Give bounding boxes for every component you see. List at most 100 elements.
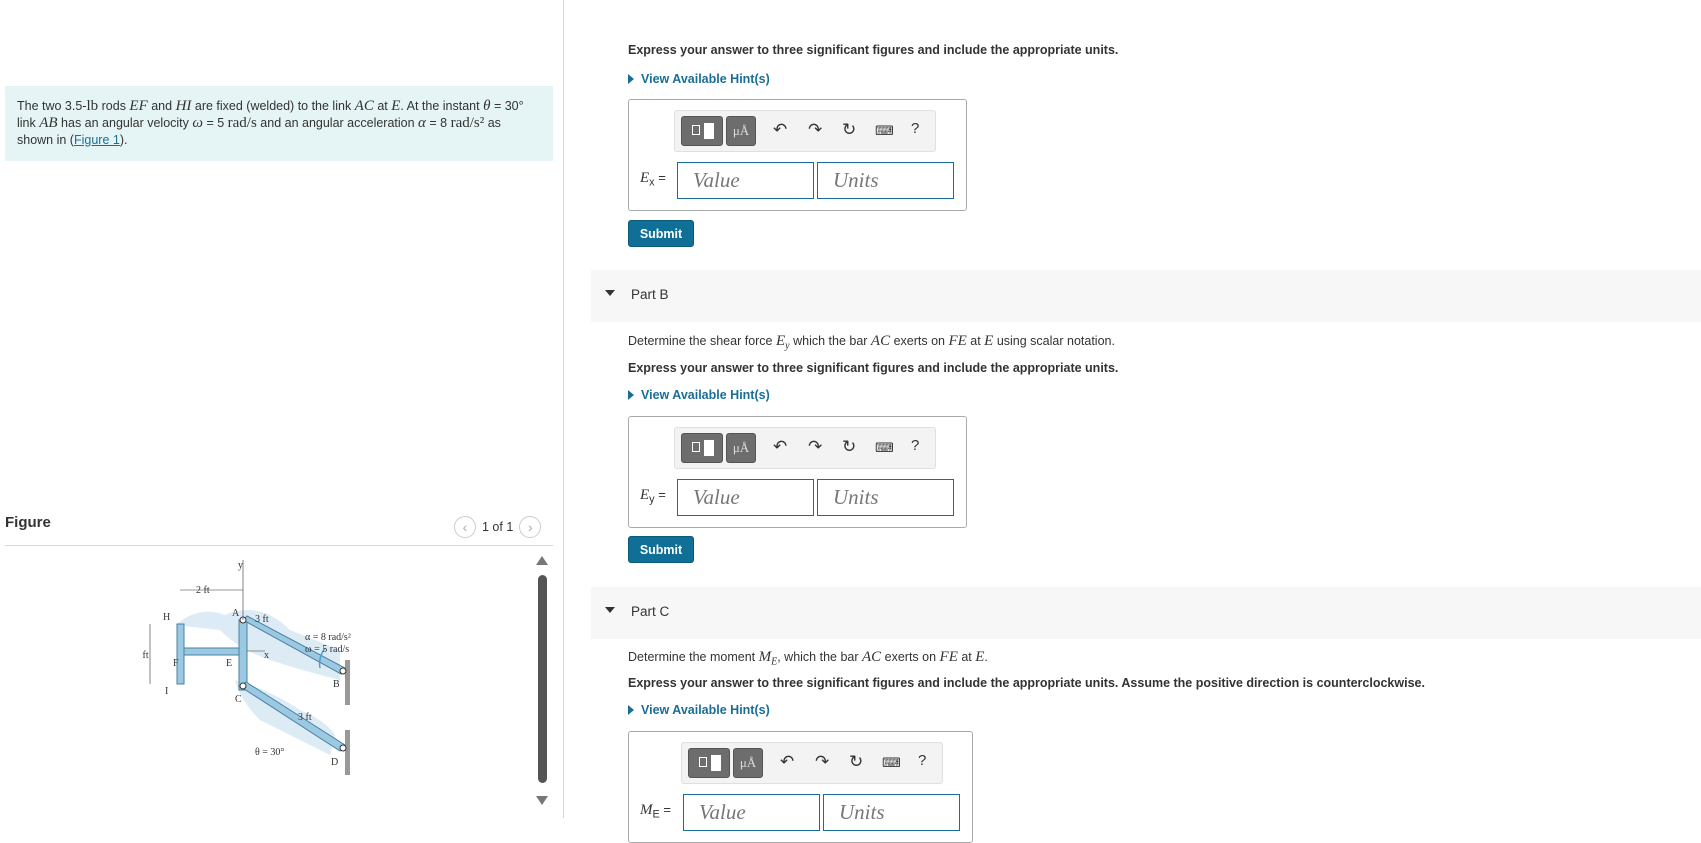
wall-lower	[345, 730, 350, 775]
units-input[interactable]: Units	[817, 162, 954, 199]
theta-label: θ = 30°	[255, 747, 284, 758]
part-b-submit-button[interactable]: Submit	[628, 536, 694, 563]
problem-unit: rad/s	[227, 115, 257, 131]
problem-text: link	[17, 116, 40, 130]
part-c-hint-toggle[interactable]: View Available Hint(s)	[628, 703, 770, 717]
caret-right-icon	[628, 390, 634, 400]
rod-hi	[176, 623, 185, 685]
omega-label: ω = 5 rad/s	[305, 644, 349, 655]
units-input[interactable]: Units	[817, 479, 954, 516]
label-point: F	[173, 658, 179, 669]
label-point: H	[163, 612, 170, 623]
part-a-instruction: Express your answer to three significant…	[628, 43, 1119, 57]
label-eq: =	[659, 802, 671, 817]
redo-icon[interactable]: ↷	[808, 437, 822, 457]
alpha-label: α = 8 rad/s²	[305, 632, 351, 643]
problem-text: ).	[119, 133, 128, 147]
redo-icon[interactable]: ↷	[815, 752, 829, 772]
problem-var: α	[418, 115, 426, 131]
q-text: exerts on	[890, 334, 949, 348]
problem-text: The two 3.5-	[17, 99, 87, 113]
figure-page-count: 1 of 1	[482, 520, 514, 534]
problem-unit: lb	[86, 98, 99, 114]
value-input[interactable]: Value	[683, 794, 820, 831]
q-var: FE	[948, 333, 967, 349]
units-icon[interactable]: μÅ	[726, 116, 756, 146]
q-text: using scalar notation.	[993, 334, 1115, 348]
units-icon[interactable]: μÅ	[733, 748, 763, 778]
part-b-answer-box: μÅ ↶ ↷ ↻ ⌨ ? Ey = Value Units	[628, 416, 967, 528]
keyboard-icon[interactable]: ⌨	[875, 123, 894, 139]
answer-label: Ey =	[640, 487, 666, 506]
value-input[interactable]: Value	[677, 162, 814, 199]
part-b-hint-toggle[interactable]: View Available Hint(s)	[628, 388, 770, 402]
part-a-submit-button[interactable]: Submit	[628, 220, 694, 247]
part-c-answer-box: μÅ ↶ ↷ ↻ ⌨ ? ME = Value Units	[628, 731, 973, 843]
templates-icon[interactable]	[681, 433, 723, 463]
rod-ef	[183, 647, 240, 656]
q-var: FE	[939, 649, 958, 665]
math-toolbar: μÅ ↶ ↷ ↻ ⌨ ?	[674, 427, 936, 469]
problem-var: E	[391, 98, 401, 114]
help-icon[interactable]: ?	[911, 437, 919, 454]
undo-icon[interactable]: ↶	[780, 752, 794, 772]
undo-icon[interactable]: ↶	[773, 437, 787, 457]
dim-label: 3 ft	[255, 614, 269, 625]
problem-text: and an angular acceleration	[256, 116, 419, 130]
problem-text: as	[484, 116, 501, 130]
problem-statement: The two 3.5-lb rods EF and HI are fixed …	[5, 86, 553, 161]
problem-text: has an angular velocity	[57, 116, 193, 130]
part-c-header[interactable]: Part C	[591, 587, 1701, 639]
link-cd	[240, 681, 346, 752]
scroll-up-arrow-icon[interactable]	[536, 556, 548, 565]
math-toolbar: μÅ ↶ ↷ ↻ ⌨ ?	[681, 742, 943, 784]
problem-text: at	[373, 99, 392, 113]
q-var: M	[758, 649, 772, 665]
problem-text: are fixed (welded) to the link	[191, 99, 355, 113]
chevron-right-icon[interactable]: ›	[519, 516, 542, 538]
chevron-left-icon[interactable]: ‹	[454, 516, 476, 538]
caret-down-icon	[605, 290, 615, 296]
q-var: E	[984, 333, 994, 349]
reset-icon[interactable]: ↻	[842, 120, 856, 140]
figure-title: Figure	[5, 514, 51, 531]
problem-text: shown in (	[17, 133, 74, 147]
link-ac	[238, 619, 248, 691]
help-icon[interactable]: ?	[918, 752, 926, 769]
hint-label: View Available Hint(s)	[641, 703, 770, 717]
q-var: E	[776, 333, 786, 349]
templates-icon[interactable]	[688, 748, 730, 778]
reset-icon[interactable]: ↻	[842, 437, 856, 457]
reset-icon[interactable]: ↻	[849, 752, 863, 772]
dim-label: 2 ft	[140, 650, 149, 661]
scrollbar-thumb[interactable]	[538, 575, 547, 783]
problem-text: rods	[98, 99, 130, 113]
right-panel: Express your answer to three significant…	[565, 0, 1701, 843]
templates-icon[interactable]	[681, 116, 723, 146]
keyboard-icon[interactable]: ⌨	[882, 755, 901, 771]
label-var: M	[640, 802, 653, 818]
units-icon[interactable]: μÅ	[726, 433, 756, 463]
label-x: x	[264, 650, 269, 661]
caret-right-icon	[628, 705, 634, 715]
problem-text: = 8	[425, 116, 451, 130]
undo-icon[interactable]: ↶	[773, 120, 787, 140]
keyboard-icon[interactable]: ⌨	[875, 440, 894, 456]
label-point: I	[165, 686, 168, 697]
part-b-header[interactable]: Part B	[591, 270, 1701, 322]
help-icon[interactable]: ?	[911, 120, 919, 137]
units-input[interactable]: Units	[823, 794, 960, 831]
part-a-answer-box: μÅ ↶ ↷ ↻ ⌨ ? Ex = Value Units	[628, 99, 967, 211]
scroll-down-arrow-icon[interactable]	[536, 796, 548, 805]
wall-upper	[345, 660, 350, 705]
redo-icon[interactable]: ↷	[808, 120, 822, 140]
figure-link[interactable]: Figure 1	[74, 133, 120, 147]
part-title: Part B	[631, 287, 669, 302]
q-text: at	[957, 650, 976, 664]
value-input[interactable]: Value	[677, 479, 814, 516]
pin-b	[339, 667, 347, 675]
label-eq: =	[654, 487, 666, 502]
part-a-hint-toggle[interactable]: View Available Hint(s)	[628, 72, 770, 86]
part-title: Part C	[631, 604, 670, 619]
answer-label: Ex =	[640, 170, 666, 189]
